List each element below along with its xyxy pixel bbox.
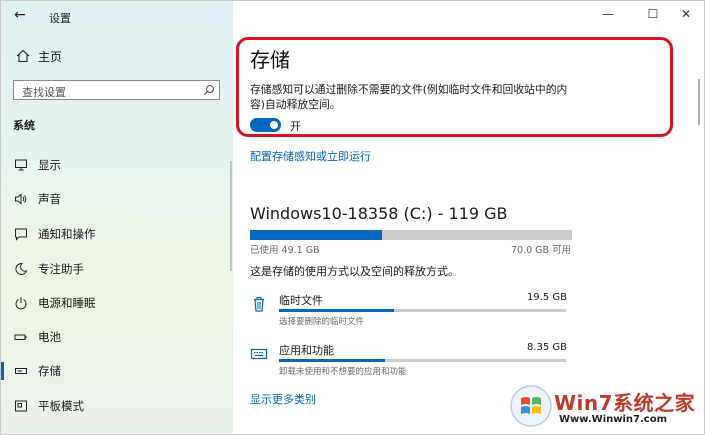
sidebar-item-focus-assist[interactable]: 专注助手 xyxy=(1,256,233,282)
windows-logo-icon xyxy=(510,385,552,427)
keyboard-icon xyxy=(250,348,268,360)
main-scrollbar[interactable] xyxy=(698,79,700,125)
sidebar-item-label: 平板模式 xyxy=(38,399,84,413)
section-heading: 系统 xyxy=(13,119,35,132)
home-icon xyxy=(16,49,30,63)
category-bar-fill xyxy=(279,359,386,362)
category-size: 19.5 GB xyxy=(526,292,567,303)
sidebar-item-label: 存储 xyxy=(38,364,61,378)
back-arrow-icon[interactable]: ← xyxy=(14,7,26,23)
category-name: 临时文件 xyxy=(279,294,323,307)
show-more-categories-link[interactable]: 显示更多类别 xyxy=(250,391,316,407)
storage-icon xyxy=(15,368,27,374)
search-input[interactable]: 查找设置 xyxy=(13,80,220,100)
search-icon[interactable] xyxy=(203,84,215,96)
category-name: 应用和功能 xyxy=(279,344,334,357)
sidebar-item-label: 显示 xyxy=(38,158,61,172)
app-title: 设置 xyxy=(49,12,71,25)
drive-usage-bar xyxy=(250,230,572,240)
sidebar-item-tablet-mode[interactable]: 平板模式 xyxy=(1,393,233,419)
sidebar-item-label: 电源和睡眠 xyxy=(38,296,96,310)
sidebar-item-label: 专注助手 xyxy=(38,262,84,276)
close-button[interactable]: ✕ xyxy=(679,7,693,21)
category-bar xyxy=(279,359,566,362)
category-bar xyxy=(279,309,566,312)
category-subtitle: 选择要删除的临时文件 xyxy=(279,317,365,327)
usage-note: 这是存储的使用方式以及空间的释放方式。 xyxy=(250,265,459,278)
category-size: 8.35 GB xyxy=(526,342,567,353)
configure-storage-sense-link[interactable]: 配置存储感知或立即运行 xyxy=(250,148,371,164)
category-bar-fill xyxy=(279,309,394,312)
sidebar-item-label: 声音 xyxy=(38,192,61,206)
search-placeholder: 查找设置 xyxy=(22,86,66,99)
sidebar-item-display[interactable]: 显示 xyxy=(1,152,233,178)
trash-icon xyxy=(254,296,264,312)
watermark-url: Www.Winwin7.com xyxy=(559,414,668,425)
display-icon xyxy=(15,159,27,171)
category-temp-files[interactable]: 临时文件 19.5 GB 选择要删除的临时文件 xyxy=(250,292,570,332)
category-apps-features[interactable]: 应用和功能 8.35 GB 卸载未使用和不想要的应用和功能 xyxy=(250,342,570,382)
sidebar-item-notifications[interactable]: 通知和操作 xyxy=(1,221,233,247)
drive-used-text: 已使用 49.1 GB xyxy=(250,245,320,256)
main-panel: — ☐ ✕ 存储 存储感知可以通过删除不需要的文件(例如临时文件和回收站中的内容… xyxy=(233,1,704,434)
tablet-icon xyxy=(15,400,27,412)
sidebar-item-battery[interactable]: 电池 xyxy=(1,324,233,350)
sound-icon xyxy=(15,193,27,205)
settings-window: ← 设置 主页 查找设置 系统 显示 声音 通知和操作 专注助手 电源和睡眠 电… xyxy=(0,0,705,435)
title-bar: ← 设置 xyxy=(1,1,233,31)
active-indicator xyxy=(1,362,4,380)
notification-icon xyxy=(15,228,27,241)
moon-icon xyxy=(15,262,28,275)
home-label: 主页 xyxy=(38,50,63,64)
drive-free-text: 70.0 GB 可用 xyxy=(511,245,572,256)
maximize-button[interactable]: ☐ xyxy=(646,7,660,21)
category-subtitle: 卸载未使用和不想要的应用和功能 xyxy=(279,367,407,377)
battery-icon xyxy=(14,334,27,340)
sidebar-item-home[interactable]: 主页 xyxy=(1,45,233,69)
sidebar: ← 设置 主页 查找设置 系统 显示 声音 通知和操作 专注助手 电源和睡眠 电… xyxy=(1,1,233,434)
drive-title: Windows10-18358 (C:) - 119 GB xyxy=(250,204,508,223)
power-icon xyxy=(15,297,27,310)
sidebar-item-storage[interactable]: 存储 xyxy=(1,358,233,384)
minimize-button[interactable]: — xyxy=(601,7,615,21)
sidebar-item-power[interactable]: 电源和睡眠 xyxy=(1,290,233,316)
sidebar-item-sound[interactable]: 声音 xyxy=(1,186,233,212)
sidebar-item-label: 电池 xyxy=(38,330,61,344)
sidebar-item-label: 通知和操作 xyxy=(38,227,96,241)
drive-usage-fill xyxy=(250,230,383,240)
red-highlight-annotation xyxy=(236,37,673,137)
sidebar-scrollbar[interactable] xyxy=(230,161,232,271)
watermark-brand: Win7系统之家 xyxy=(554,391,696,415)
